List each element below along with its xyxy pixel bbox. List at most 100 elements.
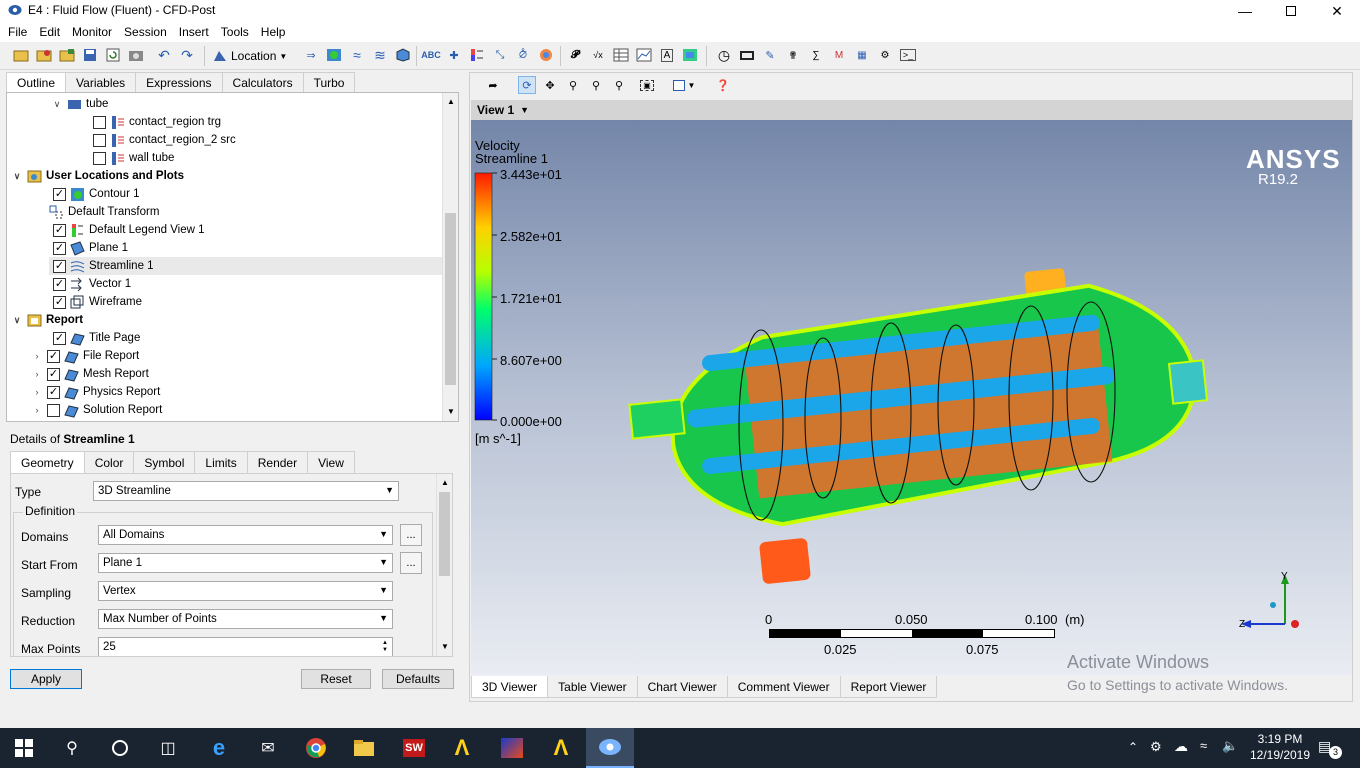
fit-view-button[interactable]: ▣	[638, 76, 656, 94]
save-state-button[interactable]	[81, 46, 99, 64]
visibility-checkbox[interactable]: ✓	[47, 385, 60, 399]
3d-viewport[interactable]: Velocity Streamline 1 3.443e+01 2.582e+0…	[471, 120, 1352, 675]
scroll-down-icon[interactable]: ▼	[447, 407, 455, 416]
type-select[interactable]: 3D Streamline ▼	[93, 481, 399, 501]
taskbar-ansys-workbench[interactable]: Λ	[438, 728, 486, 768]
redo-button[interactable]: ↷	[178, 46, 196, 64]
tab-variables[interactable]: Variables	[65, 72, 137, 92]
tray-volume-icon[interactable]: 🔈	[1222, 738, 1238, 754]
reduction-select[interactable]: Max Number of Points ▼	[98, 609, 393, 629]
select-tool-button[interactable]: ➦	[484, 76, 502, 94]
visibility-checkbox[interactable]: ✓	[47, 349, 60, 363]
domains-select[interactable]: All Domains ▼	[98, 525, 393, 545]
maximize-button[interactable]	[1268, 0, 1314, 22]
animation-button[interactable]	[738, 46, 756, 64]
tree-item-vector-1[interactable]: ✓ Vector 1	[53, 275, 131, 293]
chevron-down-icon[interactable]: ∨	[51, 99, 63, 110]
tree-item-contour-1[interactable]: ✓ Contour 1	[53, 185, 140, 203]
defaults-button[interactable]: Defaults	[382, 669, 454, 689]
insert-streamline-button[interactable]: ≈	[348, 46, 366, 64]
chevron-right-icon[interactable]: ›	[31, 405, 43, 415]
visibility-checkbox[interactable]: ✓	[47, 367, 60, 381]
stepper-arrows-icon[interactable]: ▲ ▼	[382, 640, 388, 654]
visibility-checkbox[interactable]: ✓	[53, 331, 66, 345]
chevron-right-icon[interactable]: ›	[31, 369, 43, 379]
insert-comment-button[interactable]: A	[658, 46, 676, 64]
tree-item-wireframe[interactable]: ✓ Wireframe	[53, 293, 142, 311]
3d-scene[interactable]	[471, 120, 1352, 675]
tree-item-tube[interactable]: ∨ tube	[51, 95, 109, 113]
start-button[interactable]	[0, 728, 48, 768]
visibility-checkbox[interactable]: ✓	[53, 295, 66, 309]
tab-report-viewer[interactable]: Report Viewer	[839, 676, 938, 698]
viewport-layout-dropdown[interactable]: ▼	[668, 76, 700, 94]
chevron-right-icon[interactable]: ›	[31, 387, 43, 397]
tree-item-plane-1[interactable]: ✓ Plane 1	[53, 239, 128, 257]
apply-button[interactable]: Apply	[10, 669, 82, 689]
task-view-button[interactable]: ◫	[144, 728, 192, 768]
tab-comment-viewer[interactable]: Comment Viewer	[726, 676, 841, 698]
zoom-tool-button[interactable]: ⚲	[564, 76, 582, 94]
taskbar-cfd-post[interactable]	[586, 728, 634, 768]
quick-editor-button[interactable]: ✎	[761, 46, 779, 64]
taskbar-fluent[interactable]	[488, 728, 536, 768]
close-button[interactable]: ✕	[1314, 0, 1360, 22]
insert-particle-track-button[interactable]: ≋	[371, 46, 389, 64]
visibility-checkbox[interactable]	[93, 151, 106, 165]
visibility-checkbox[interactable]	[93, 133, 106, 147]
insert-chart-button[interactable]	[635, 46, 653, 64]
taskbar-file-explorer[interactable]	[340, 728, 388, 768]
timestep-selector-button[interactable]: ◷	[715, 46, 733, 64]
menu-tools[interactable]: Tools	[215, 25, 255, 39]
undo-button[interactable]: ↶	[155, 46, 173, 64]
domains-browse-button[interactable]: ...	[400, 524, 422, 546]
taskbar-chrome[interactable]	[292, 728, 340, 768]
pan-tool-button[interactable]: ✥	[541, 76, 559, 94]
taskbar-ansys-launcher[interactable]: Λ	[537, 728, 585, 768]
load-results-button[interactable]	[58, 46, 76, 64]
menu-edit[interactable]: Edit	[33, 25, 66, 39]
tree-item-user-locations[interactable]: ∨ User Locations and Plots	[11, 167, 184, 185]
insert-variable-button[interactable]: 𝓟	[566, 46, 584, 64]
tab-color[interactable]: Color	[83, 451, 135, 473]
tree-item-streamline-1[interactable]: ✓ Streamline 1	[49, 257, 442, 275]
chevron-right-icon[interactable]: ›	[31, 351, 43, 361]
reset-button[interactable]: Reset	[301, 669, 371, 689]
tree-item-wall-tube[interactable]: wall tube	[93, 149, 174, 167]
visibility-checkbox[interactable]: ✓	[53, 241, 66, 255]
location-dropdown[interactable]: Location ▼	[212, 46, 290, 66]
macro-calculator-button[interactable]: M	[830, 46, 848, 64]
tree-item-physics-report[interactable]: › ✓ Physics Report	[31, 383, 160, 401]
command-editor-button[interactable]: >_	[899, 46, 917, 64]
menu-help[interactable]: Help	[255, 25, 292, 39]
max-points-stepper[interactable]: 25 ▲ ▼	[98, 637, 393, 656]
menu-monitor[interactable]: Monitor	[66, 25, 118, 39]
tray-onedrive-icon[interactable]: ☁	[1174, 738, 1188, 755]
screenshot-button[interactable]	[127, 46, 145, 64]
tray-date[interactable]: 12/19/2019	[1246, 748, 1314, 762]
tree-item-report[interactable]: ∨ Report	[11, 311, 83, 329]
insert-coordinate-frame-button[interactable]: ✚	[445, 46, 463, 64]
tree-item-solution-report[interactable]: › Solution Report	[31, 401, 162, 419]
menu-insert[interactable]: Insert	[173, 25, 215, 39]
sampling-select[interactable]: Vertex ▼	[98, 581, 393, 601]
rotate-tool-button[interactable]: ⟳	[518, 76, 536, 94]
tab-turbo[interactable]: Turbo	[302, 72, 356, 92]
menu-session[interactable]: Session	[118, 25, 173, 39]
zoom-box-button[interactable]: ⚲	[587, 76, 605, 94]
visibility-checkbox[interactable]	[47, 403, 60, 417]
tab-outline[interactable]: Outline	[6, 72, 67, 92]
view-selector[interactable]: View 1 ▼	[471, 100, 1352, 120]
tray-chevron-up-icon[interactable]: ⌃	[1128, 740, 1138, 754]
mesh-calculator-button[interactable]: ▦	[853, 46, 871, 64]
tab-chart-viewer[interactable]: Chart Viewer	[636, 676, 728, 698]
insert-expression-button[interactable]: √x	[589, 46, 607, 64]
tab-calculators[interactable]: Calculators	[221, 72, 304, 92]
insert-contour-button[interactable]	[325, 46, 343, 64]
outline-scrollbar[interactable]: ▲ ▼	[442, 93, 458, 421]
load-state-button[interactable]	[35, 46, 53, 64]
notification-center-button[interactable]: ▤ 3	[1318, 738, 1342, 759]
tree-item-contact-trg[interactable]: contact_region trg	[93, 113, 221, 131]
scroll-down-icon[interactable]: ▼	[441, 642, 449, 651]
tab-3d-viewer[interactable]: 3D Viewer	[471, 676, 549, 698]
